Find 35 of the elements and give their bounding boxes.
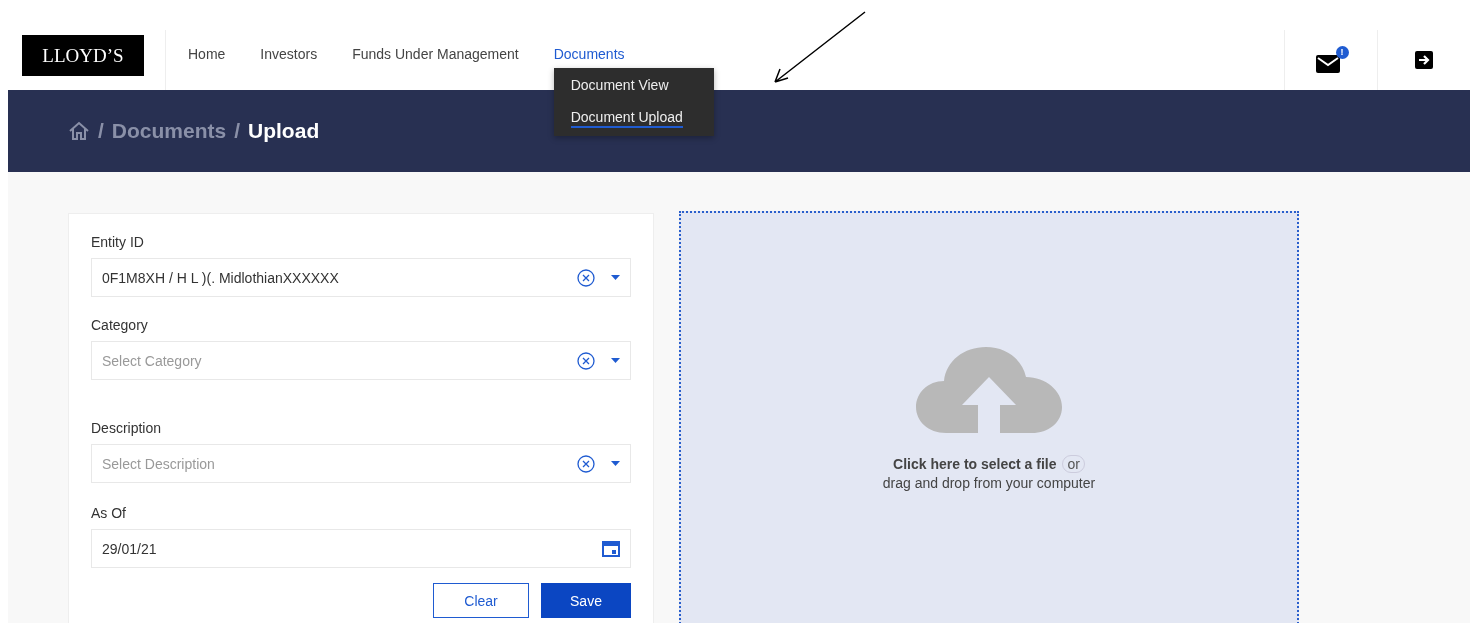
caret-icon[interactable] <box>611 275 620 280</box>
clear-icon[interactable] <box>577 454 595 473</box>
nav-link[interactable]: Investors <box>260 46 318 62</box>
calendar-icon[interactable] <box>602 540 620 557</box>
breadcrumb-separator: / <box>98 119 104 143</box>
nav-link[interactable]: Documents <box>553 46 625 62</box>
mail-button[interactable]: ! <box>1313 45 1349 75</box>
field-label: Category <box>91 317 149 333</box>
menu-item[interactable]: Document View <box>570 76 669 96</box>
home-icon[interactable] <box>68 121 90 141</box>
menu-item[interactable]: Document Upload <box>570 108 683 128</box>
cloud-upload-icon <box>916 347 1062 433</box>
logout-icon[interactable] <box>1415 51 1433 69</box>
file-drop-zone[interactable]: Click here to select a file or drag and drop from your computer <box>679 211 1299 623</box>
breadcrumb-item: Upload <box>248 119 320 143</box>
drop-hint: drag and drop from your computer <box>882 475 1096 491</box>
clear-icon[interactable] <box>577 351 595 370</box>
date-field[interactable]: 29/01/21 <box>91 529 631 568</box>
field-label: Entity ID <box>91 234 145 250</box>
nav-link[interactable]: Home <box>188 46 226 62</box>
logo[interactable]: LLOYD’S <box>22 35 144 76</box>
clear-button[interactable]: Clear <box>433 583 529 618</box>
select-file-link[interactable]: Click here to select a file <box>893 456 1057 472</box>
breadcrumb-separator: / <box>234 119 241 143</box>
breadcrumb-item[interactable]: Documents <box>111 119 227 143</box>
caret-icon[interactable] <box>611 358 620 363</box>
envelope-icon <box>1315 54 1340 73</box>
caret-icon[interactable] <box>611 461 620 466</box>
nav-link[interactable]: Funds Under Management <box>352 46 519 62</box>
field-label: Description <box>91 420 163 436</box>
save-button[interactable]: Save <box>541 583 631 618</box>
select-field[interactable]: 0F1M8XH / H L )(. MidlothianXXXXXX <box>91 258 631 297</box>
notification-badge: ! <box>1335 45 1349 59</box>
clear-icon[interactable] <box>577 268 595 287</box>
field-label: As Of <box>91 505 127 521</box>
